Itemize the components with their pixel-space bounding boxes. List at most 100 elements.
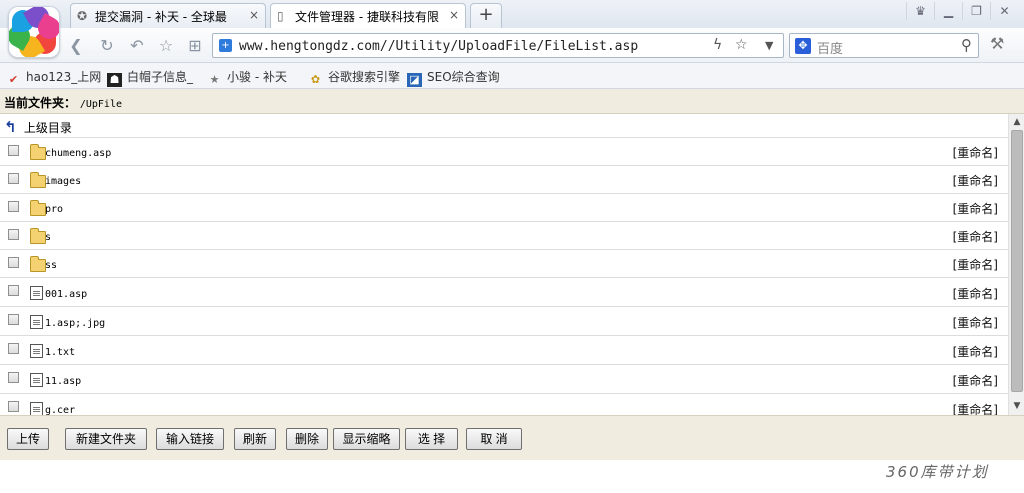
tab-favicon-icon: ✪ xyxy=(77,9,88,23)
rename-link[interactable]: [重命名] xyxy=(953,343,998,360)
list-item[interactable]: images [重命名] xyxy=(0,166,1008,194)
file-icon xyxy=(30,402,43,415)
wrench-icon[interactable]: ⚒ xyxy=(990,34,1004,53)
rename-link[interactable]: [重命名] xyxy=(953,144,998,161)
file-name-link[interactable]: ss xyxy=(45,260,57,271)
file-name-link[interactable]: 1.txt xyxy=(45,347,75,358)
list-item[interactable]: 1.asp;.jpg [重命名] xyxy=(0,307,1008,336)
list-item[interactable]: ss [重命名] xyxy=(0,250,1008,278)
browser-titlebar: ✪ 提交漏洞 - 补天 - 全球最 × ▯ 文件管理器 - 捷联科技有限 × +… xyxy=(0,0,1024,28)
chevron-down-icon[interactable]: ▼ xyxy=(765,39,773,52)
window-controls: ♛ ▁ ❐ ✕ xyxy=(906,2,1018,20)
minimize-icon[interactable]: ▁ xyxy=(934,2,962,20)
address-bar[interactable]: + www.hengtongdz.com//Utility/UploadFile… xyxy=(212,33,784,58)
folder-icon xyxy=(30,144,46,160)
bookmark-xiaojun[interactable]: ★ 小骏 - 补天 xyxy=(207,68,287,87)
favorite-icon[interactable]: ☆ xyxy=(156,36,176,56)
tab-close-icon[interactable]: × xyxy=(449,8,459,22)
parent-directory-link[interactable]: 上级目录 xyxy=(24,121,72,135)
browser-toolbar: ❮ ↻ ↶ ☆ ⊞ + www.hengtongdz.com//Utility/… xyxy=(0,28,1024,63)
bookmark-star-icon[interactable]: ☆ xyxy=(735,37,748,53)
row-checkbox[interactable] xyxy=(8,229,19,240)
input-link-button[interactable]: 输入链接 xyxy=(156,428,224,450)
scroll-up-icon[interactable]: ▲ xyxy=(1009,114,1024,130)
list-item[interactable]: g.cer [重命名] xyxy=(0,394,1008,415)
file-list: ↰ 上级目录 chumeng.asp [重命名] images [重命名] pro [重命… xyxy=(0,114,1008,415)
tab-submit-vuln[interactable]: ✪ 提交漏洞 - 补天 - 全球最 × xyxy=(70,3,266,28)
file-icon xyxy=(30,286,43,300)
action-bar: 上传 新建文件夹 输入链接 刷新 删除 显示缩略 选 择 取 消 xyxy=(0,415,1024,460)
rename-link[interactable]: [重命名] xyxy=(953,285,998,302)
bookmark-whitehat[interactable]: ☗ 白帽子信息_ xyxy=(107,68,193,87)
file-name-link[interactable]: 001.asp xyxy=(45,289,87,300)
delete-button[interactable]: 删除 xyxy=(286,428,328,450)
list-item[interactable]: 11.asp [重命名] xyxy=(0,365,1008,394)
row-checkbox[interactable] xyxy=(8,257,19,268)
skin-icon[interactable]: ♛ xyxy=(906,2,934,20)
row-checkbox[interactable] xyxy=(8,314,19,325)
cancel-button[interactable]: 取 消 xyxy=(466,428,522,450)
browser-logo[interactable] xyxy=(8,6,60,58)
close-window-icon[interactable]: ✕ xyxy=(990,2,1018,20)
file-name-link[interactable]: 1.asp;.jpg xyxy=(45,318,105,329)
scroll-down-icon[interactable]: ▼ xyxy=(1009,398,1024,414)
speed-mode-icon[interactable]: ϟ xyxy=(713,37,722,53)
restore-icon[interactable]: ❐ xyxy=(962,2,990,20)
folder-icon xyxy=(30,256,46,272)
security-shield-icon: + xyxy=(219,39,232,52)
upload-button[interactable]: 上传 xyxy=(7,428,49,450)
search-icon[interactable]: ⚲ xyxy=(961,36,972,54)
bookmark-google[interactable]: ✿ 谷歌搜索引擎 xyxy=(308,68,400,87)
file-name-link[interactable]: images xyxy=(45,176,81,187)
search-input[interactable]: 百度 xyxy=(817,38,843,57)
row-checkbox[interactable] xyxy=(8,201,19,212)
list-item[interactable]: 001.asp [重命名] xyxy=(0,278,1008,307)
refresh-button[interactable]: 刷新 xyxy=(234,428,276,450)
back-icon[interactable]: ❮ xyxy=(66,36,86,56)
search-box[interactable]: ✥ 百度 ⚲ xyxy=(789,33,979,58)
list-item[interactable]: pro [重命名] xyxy=(0,194,1008,222)
current-folder-label: 当前文件夹： xyxy=(4,96,77,110)
undo-icon[interactable]: ↶ xyxy=(127,36,147,56)
rename-link[interactable]: [重命名] xyxy=(953,256,998,273)
scroll-thumb[interactable] xyxy=(1011,130,1023,392)
row-checkbox[interactable] xyxy=(8,145,19,156)
list-item[interactable]: chumeng.asp [重命名] xyxy=(0,138,1008,166)
file-icon xyxy=(30,315,43,329)
rename-link[interactable]: [重命名] xyxy=(953,228,998,245)
seo-icon: ◪ xyxy=(407,73,422,87)
row-checkbox[interactable] xyxy=(8,401,19,412)
file-name-link[interactable]: chumeng.asp xyxy=(45,148,111,159)
new-tab-button[interactable]: + xyxy=(470,3,502,28)
file-name-link[interactable]: 11.asp xyxy=(45,376,81,387)
file-icon xyxy=(30,344,43,358)
rename-link[interactable]: [重命名] xyxy=(953,401,998,415)
row-checkbox[interactable] xyxy=(8,343,19,354)
apps-icon[interactable]: ⊞ xyxy=(185,36,205,56)
tab-close-icon[interactable]: × xyxy=(249,8,259,22)
row-checkbox[interactable] xyxy=(8,173,19,184)
row-checkbox[interactable] xyxy=(8,285,19,296)
file-name-link[interactable]: s xyxy=(45,232,51,243)
url-text[interactable]: www.hengtongdz.com//Utility/UploadFile/F… xyxy=(239,39,638,54)
forward-icon[interactable]: ↻ xyxy=(97,36,117,56)
rename-link[interactable]: [重命名] xyxy=(953,172,998,189)
list-item[interactable]: s [重命名] xyxy=(0,222,1008,250)
list-item[interactable]: 1.txt [重命名] xyxy=(0,336,1008,365)
select-button[interactable]: 选 择 xyxy=(405,428,458,450)
bookmark-seo[interactable]: ◪ SEO综合查询 xyxy=(407,68,500,87)
rename-link[interactable]: [重命名] xyxy=(953,200,998,217)
new-folder-button[interactable]: 新建文件夹 xyxy=(65,428,147,450)
rename-link[interactable]: [重命名] xyxy=(953,314,998,331)
show-thumbnails-button[interactable]: 显示缩略 xyxy=(333,428,400,450)
baidu-paw-icon: ✥ xyxy=(795,38,811,54)
parent-directory-row[interactable]: ↰ 上级目录 xyxy=(0,114,1008,138)
row-checkbox[interactable] xyxy=(8,372,19,383)
bookmark-hao123[interactable]: ✔ hao123_上网 xyxy=(6,68,101,87)
hao123-icon: ✔ xyxy=(8,73,19,86)
file-name-link[interactable]: pro xyxy=(45,204,63,215)
rename-link[interactable]: [重命名] xyxy=(953,372,998,389)
file-name-link[interactable]: g.cer xyxy=(45,405,75,415)
tab-file-manager[interactable]: ▯ 文件管理器 - 捷联科技有限 × xyxy=(270,3,466,28)
file-list-scrollbar[interactable]: ▲ ▼ xyxy=(1008,114,1024,415)
